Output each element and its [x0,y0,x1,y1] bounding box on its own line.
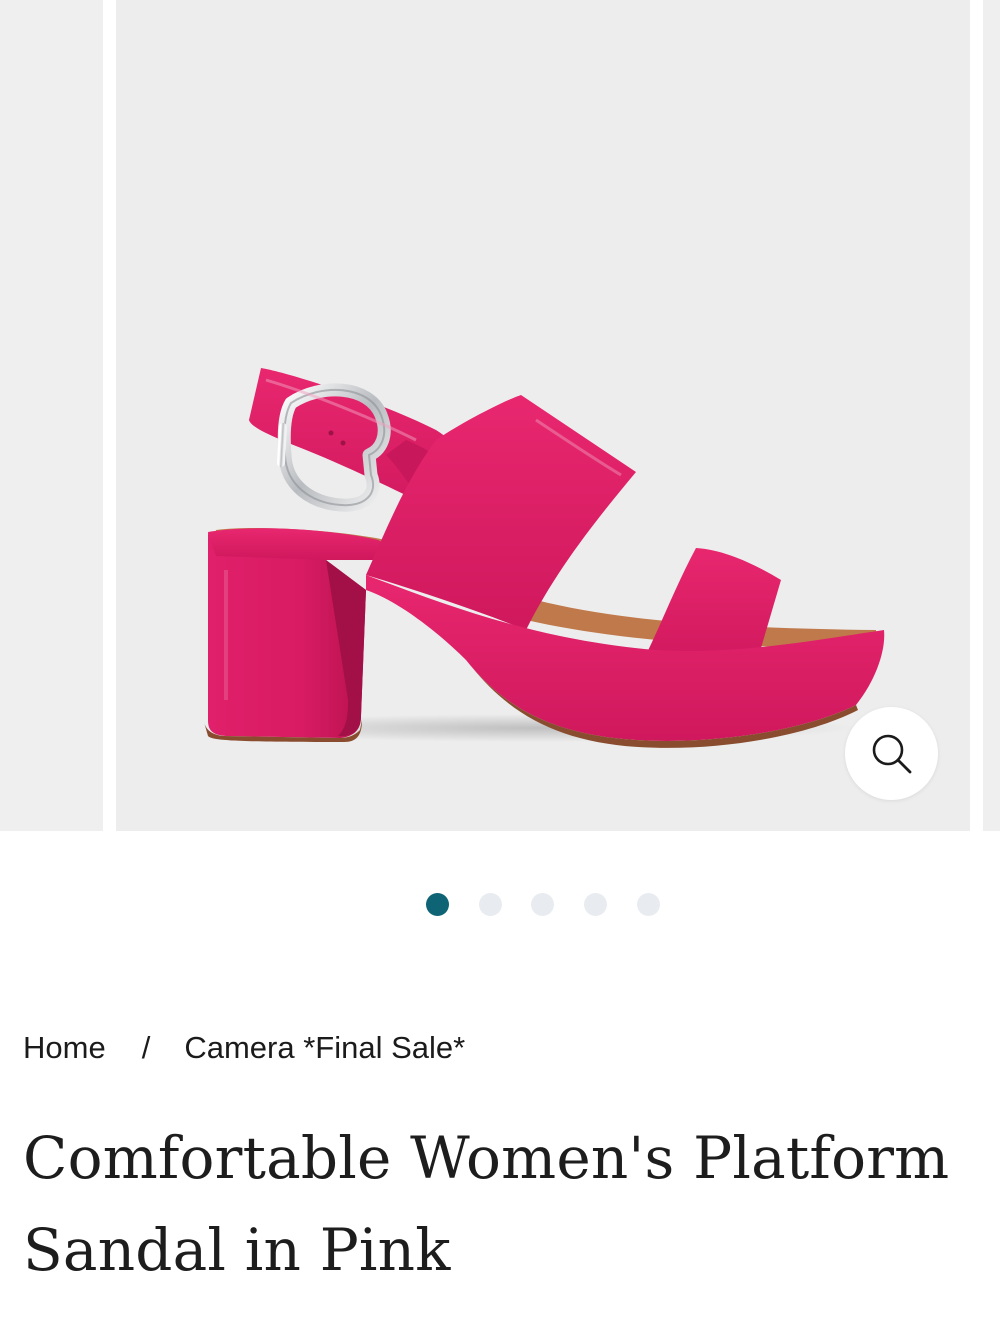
breadcrumb-collection-link[interactable]: Camera *Final Sale* [184,1030,465,1066]
pagination-dot-5[interactable] [637,893,660,916]
breadcrumb: Home / Camera *Final Sale* [23,1028,465,1068]
search-icon [872,734,911,773]
previous-slide-peek[interactable] [0,0,103,831]
gallery-pagination [0,893,1000,917]
pagination-dot-3[interactable] [531,893,554,916]
zoom-button[interactable] [845,707,938,800]
breadcrumb-home-link[interactable]: Home [23,1030,106,1066]
pagination-dot-1[interactable] [426,893,449,916]
pagination-dot-4[interactable] [584,893,607,916]
breadcrumb-separator: / [141,1030,151,1065]
product-image-gallery[interactable] [0,0,1000,831]
product-image-slide[interactable] [116,0,970,831]
next-slide-peek[interactable] [983,0,1000,831]
pagination-dot-2[interactable] [479,893,502,916]
product-image [204,368,885,748]
product-page: Home / Camera *Final Sale* Comfortable W… [0,0,1000,1333]
product-title: Comfortable Women's Platform Sandal in P… [23,1124,950,1284]
